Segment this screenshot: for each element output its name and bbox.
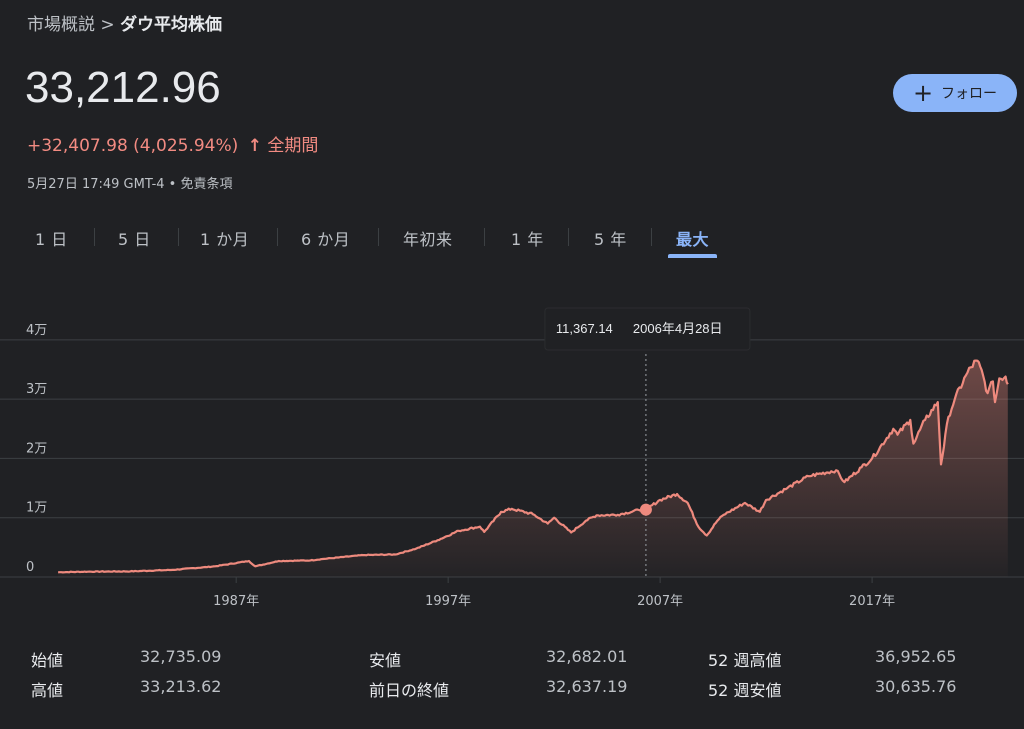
price-change-value: +32,407.98 (4,025.94%)	[27, 136, 239, 156]
tooltip-date: 2006年4月28日	[633, 321, 723, 336]
y-tick-label: 3万	[26, 382, 47, 397]
current-price: 33,212.96	[25, 63, 221, 112]
stat-open-label: 始値	[31, 651, 64, 670]
follow-button-label: フォロー	[941, 86, 998, 102]
price-area	[58, 360, 1008, 577]
x-tick-label: 1997年	[425, 594, 471, 609]
stat-open-value: 32,735.09	[140, 647, 222, 666]
stat-prev-close-value: 32,637.19	[546, 677, 628, 696]
stat-low-label: 安値	[369, 651, 402, 670]
tab-1d[interactable]: 1 日	[35, 226, 68, 250]
x-tick-label: 1987年	[213, 594, 259, 609]
tab-max[interactable]: 最大	[668, 226, 718, 258]
stat-52w-low-label: 52 週安値	[708, 681, 782, 700]
hover-point	[639, 503, 652, 516]
tooltip-value: 11,367.14	[556, 321, 613, 336]
stat-high-value: 33,213.62	[140, 677, 222, 696]
stat-52w-low-value: 30,635.76	[875, 677, 957, 696]
price-change: +32,407.98 (4,025.94%) ↑ 全期間	[27, 131, 318, 156]
stat-52w-high-label: 52 週高値	[708, 651, 782, 670]
range-tabs: 1 日 5 日 1 か月 6 か月 年初来 1 年 5 年 最大	[0, 226, 760, 260]
y-tick-label: 1万	[26, 501, 47, 516]
tab-5y[interactable]: 5 年	[594, 226, 627, 250]
tab-1m[interactable]: 1 か月	[200, 226, 249, 250]
stat-low-value: 32,682.01	[546, 647, 628, 666]
plus-icon: +	[912, 79, 934, 107]
tab-ytd[interactable]: 年初来	[403, 226, 453, 250]
stat-prev-close-label: 前日の終値	[369, 681, 450, 700]
y-tick-label: 2万	[26, 441, 47, 456]
chart-tooltip: 11,367.14 2006年4月28日	[544, 307, 751, 351]
price-change-period: 全期間	[267, 136, 319, 156]
breadcrumb: 市場概説 > ダウ平均株価	[27, 10, 222, 35]
x-tick-label: 2017年	[849, 594, 895, 609]
x-tick-label: 2007年	[637, 594, 683, 609]
stat-52w-high-value: 36,952.65	[875, 647, 957, 666]
price-chart[interactable]: 0 1万 2万 3万 4万 1987年 1997年 2007年 2017年 11,367.14…	[0, 300, 1024, 620]
y-tick-label: 4万	[26, 323, 47, 338]
arrow-up-icon: ↑	[247, 136, 262, 156]
breadcrumb-market-link[interactable]: 市場概説	[27, 15, 95, 35]
tab-1y[interactable]: 1 年	[511, 226, 544, 250]
stat-high-label: 高値	[31, 681, 64, 700]
breadcrumb-separator: >	[100, 15, 115, 35]
tab-6m[interactable]: 6 か月	[301, 226, 350, 250]
tab-active-indicator	[668, 254, 718, 258]
breadcrumb-current: ダウ平均株価	[120, 15, 223, 35]
tab-5d[interactable]: 5 日	[118, 226, 151, 250]
follow-button[interactable]: + フォロー	[893, 74, 1017, 112]
y-tick-label: 0	[26, 560, 34, 575]
timestamp-disclaimer[interactable]: 5月27日 17:49 GMT-4 • 免責条項	[27, 173, 232, 192]
